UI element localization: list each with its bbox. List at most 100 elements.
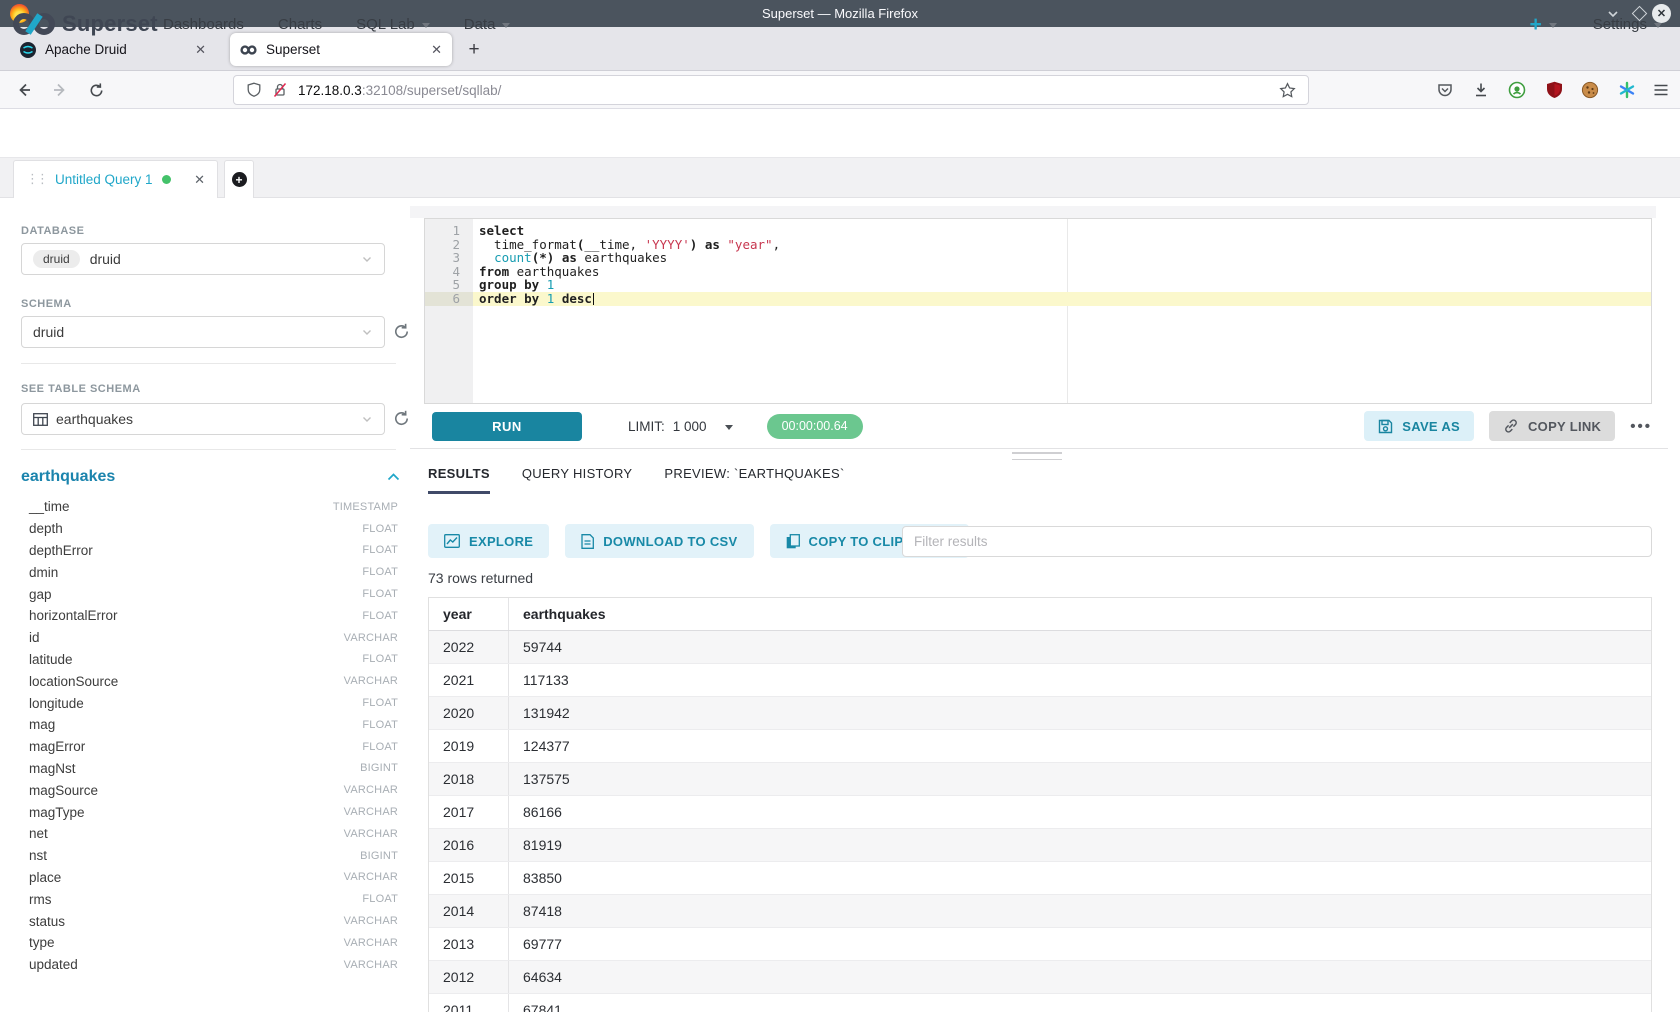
- column-row[interactable]: placeVARCHAR: [29, 867, 398, 889]
- column-row[interactable]: idVARCHAR: [29, 627, 398, 649]
- nav-item-data[interactable]: Data: [464, 16, 511, 33]
- column-row[interactable]: updatedVARCHAR: [29, 954, 398, 976]
- add-query-tab-button[interactable]: +: [224, 160, 254, 198]
- column-type: FLOAT: [362, 544, 398, 556]
- column-row[interactable]: depthErrorFLOAT: [29, 540, 398, 562]
- header-earthquakes[interactable]: earthquakes: [509, 598, 1651, 630]
- pane-resize-handle[interactable]: [1012, 452, 1062, 460]
- column-row[interactable]: dminFLOAT: [29, 561, 398, 583]
- column-row[interactable]: magFLOAT: [29, 714, 398, 736]
- cell-year: 2019: [429, 730, 509, 762]
- cell-earthquakes: 64634: [509, 961, 1651, 993]
- settings-menu[interactable]: Settings: [1593, 16, 1662, 33]
- tab-query-history[interactable]: QUERY HISTORY: [522, 466, 633, 494]
- url-text[interactable]: 172.18.0.3:32108/superset/sqllab/: [298, 83, 501, 98]
- run-button[interactable]: RUN: [432, 412, 582, 441]
- reload-icon[interactable]: [85, 79, 107, 101]
- database-select[interactable]: druid druid: [21, 243, 385, 275]
- nav-item-sql-lab[interactable]: SQL Lab: [356, 16, 430, 33]
- editor-code[interactable]: select time_format(__time, 'YYYY') as "y…: [473, 224, 1651, 306]
- cell-earthquakes: 117133: [509, 664, 1651, 696]
- url-bar[interactable]: 172.18.0.3:32108/superset/sqllab/: [233, 75, 1309, 105]
- table-row[interactable]: 2021117133: [429, 664, 1651, 697]
- tab-results[interactable]: RESULTS: [428, 466, 490, 494]
- code-line[interactable]: select: [473, 224, 1651, 238]
- sql-editor[interactable]: 123456 select time_format(__time, 'YYYY'…: [424, 218, 1652, 404]
- pocket-icon[interactable]: [1434, 79, 1456, 101]
- code-line[interactable]: count(*) as earthquakes: [473, 251, 1651, 265]
- copy-link-button[interactable]: COPY LINK: [1489, 411, 1615, 441]
- chevron-up-icon[interactable]: [387, 472, 400, 482]
- forward-icon[interactable]: [49, 79, 71, 101]
- header-year[interactable]: year: [429, 598, 509, 630]
- column-row[interactable]: magTypeVARCHAR: [29, 801, 398, 823]
- chevron-down-icon: [361, 413, 373, 425]
- column-row[interactable]: __timeTIMESTAMP: [29, 496, 398, 518]
- code-line[interactable]: from earthquakes: [473, 265, 1651, 279]
- bookmark-star-icon[interactable]: [1279, 82, 1296, 99]
- table-row[interactable]: 201167841: [429, 994, 1651, 1012]
- table-select[interactable]: earthquakes: [21, 403, 385, 435]
- table-row[interactable]: 201786166: [429, 796, 1651, 829]
- column-row[interactable]: nstBIGINT: [29, 845, 398, 867]
- column-row[interactable]: latitudeFLOAT: [29, 649, 398, 671]
- lock-insecure-icon[interactable]: [272, 82, 288, 98]
- table-row[interactable]: 201583850: [429, 862, 1651, 895]
- column-row[interactable]: gapFLOAT: [29, 583, 398, 605]
- results-table-body: 2022597442021117133202013194220191243772…: [429, 631, 1651, 1012]
- table-row[interactable]: 2018137575: [429, 763, 1651, 796]
- refresh-schema-icon[interactable]: [392, 322, 411, 341]
- query-tab-label[interactable]: Untitled Query 1: [55, 172, 153, 187]
- close-query-tab-icon[interactable]: ✕: [194, 172, 205, 188]
- privacy-badger-extension-icon[interactable]: [1506, 79, 1528, 101]
- column-row[interactable]: horizontalErrorFLOAT: [29, 605, 398, 627]
- refresh-tables-icon[interactable]: [392, 409, 411, 428]
- table-row[interactable]: 2019124377: [429, 730, 1651, 763]
- column-row[interactable]: locationSourceVARCHAR: [29, 670, 398, 692]
- clipboard-icon: [786, 534, 800, 549]
- back-icon[interactable]: [13, 79, 35, 101]
- column-row[interactable]: magNstBIGINT: [29, 758, 398, 780]
- tab-preview-earthquakes[interactable]: PREVIEW: `EARTHQUAKES`: [664, 466, 844, 494]
- column-row[interactable]: magSourceVARCHAR: [29, 779, 398, 801]
- menu-icon[interactable]: [1650, 79, 1672, 101]
- limit-control[interactable]: LIMIT: 1 000: [628, 419, 733, 434]
- code-line[interactable]: group by 1: [473, 278, 1651, 292]
- table-row[interactable]: 201369777: [429, 928, 1651, 961]
- drag-handle-icon[interactable]: ⋮⋮: [26, 172, 46, 187]
- download-csv-button[interactable]: DOWNLOAD TO CSV: [565, 524, 753, 558]
- download-icon[interactable]: [1470, 79, 1492, 101]
- more-options-icon[interactable]: •••: [1630, 418, 1652, 435]
- table-row[interactable]: 201681919: [429, 829, 1651, 862]
- ublock-extension-icon[interactable]: [1543, 79, 1565, 101]
- column-row[interactable]: statusVARCHAR: [29, 910, 398, 932]
- code-line[interactable]: order by 1 desc: [473, 292, 1651, 306]
- column-row[interactable]: netVARCHAR: [29, 823, 398, 845]
- column-row[interactable]: rmsFLOAT: [29, 888, 398, 910]
- nav-item-dashboards[interactable]: Dashboards: [163, 16, 244, 33]
- caret-down-icon[interactable]: [725, 425, 733, 430]
- extension-asterisk-icon[interactable]: [1616, 79, 1638, 101]
- column-row[interactable]: typeVARCHAR: [29, 932, 398, 954]
- nav-item-charts[interactable]: Charts: [278, 16, 322, 33]
- code-line[interactable]: time_format(__time, 'YYYY') as "year",: [473, 238, 1651, 252]
- schema-select[interactable]: druid: [21, 316, 385, 348]
- cookie-extension-icon[interactable]: [1579, 79, 1601, 101]
- table-section-title[interactable]: earthquakes: [21, 468, 115, 486]
- table-row[interactable]: 202259744: [429, 631, 1651, 664]
- column-row[interactable]: magErrorFLOAT: [29, 736, 398, 758]
- save-as-button[interactable]: SAVE AS: [1364, 411, 1474, 441]
- shield-icon[interactable]: [246, 82, 262, 98]
- table-row[interactable]: 201264634: [429, 961, 1651, 994]
- add-new-button[interactable]: +: [1530, 13, 1557, 37]
- explore-button[interactable]: EXPLORE: [428, 524, 549, 558]
- filter-results-input[interactable]: [902, 526, 1652, 557]
- column-row[interactable]: depthFLOAT: [29, 518, 398, 540]
- superset-logo[interactable]: Superset: [12, 9, 158, 39]
- results-table-header[interactable]: year earthquakes: [429, 598, 1651, 631]
- table-row[interactable]: 201487418: [429, 895, 1651, 928]
- column-name: depth: [29, 521, 63, 536]
- query-tab[interactable]: ⋮⋮ Untitled Query 1 ✕: [13, 160, 218, 198]
- table-row[interactable]: 2020131942: [429, 697, 1651, 730]
- column-row[interactable]: longitudeFLOAT: [29, 692, 398, 714]
